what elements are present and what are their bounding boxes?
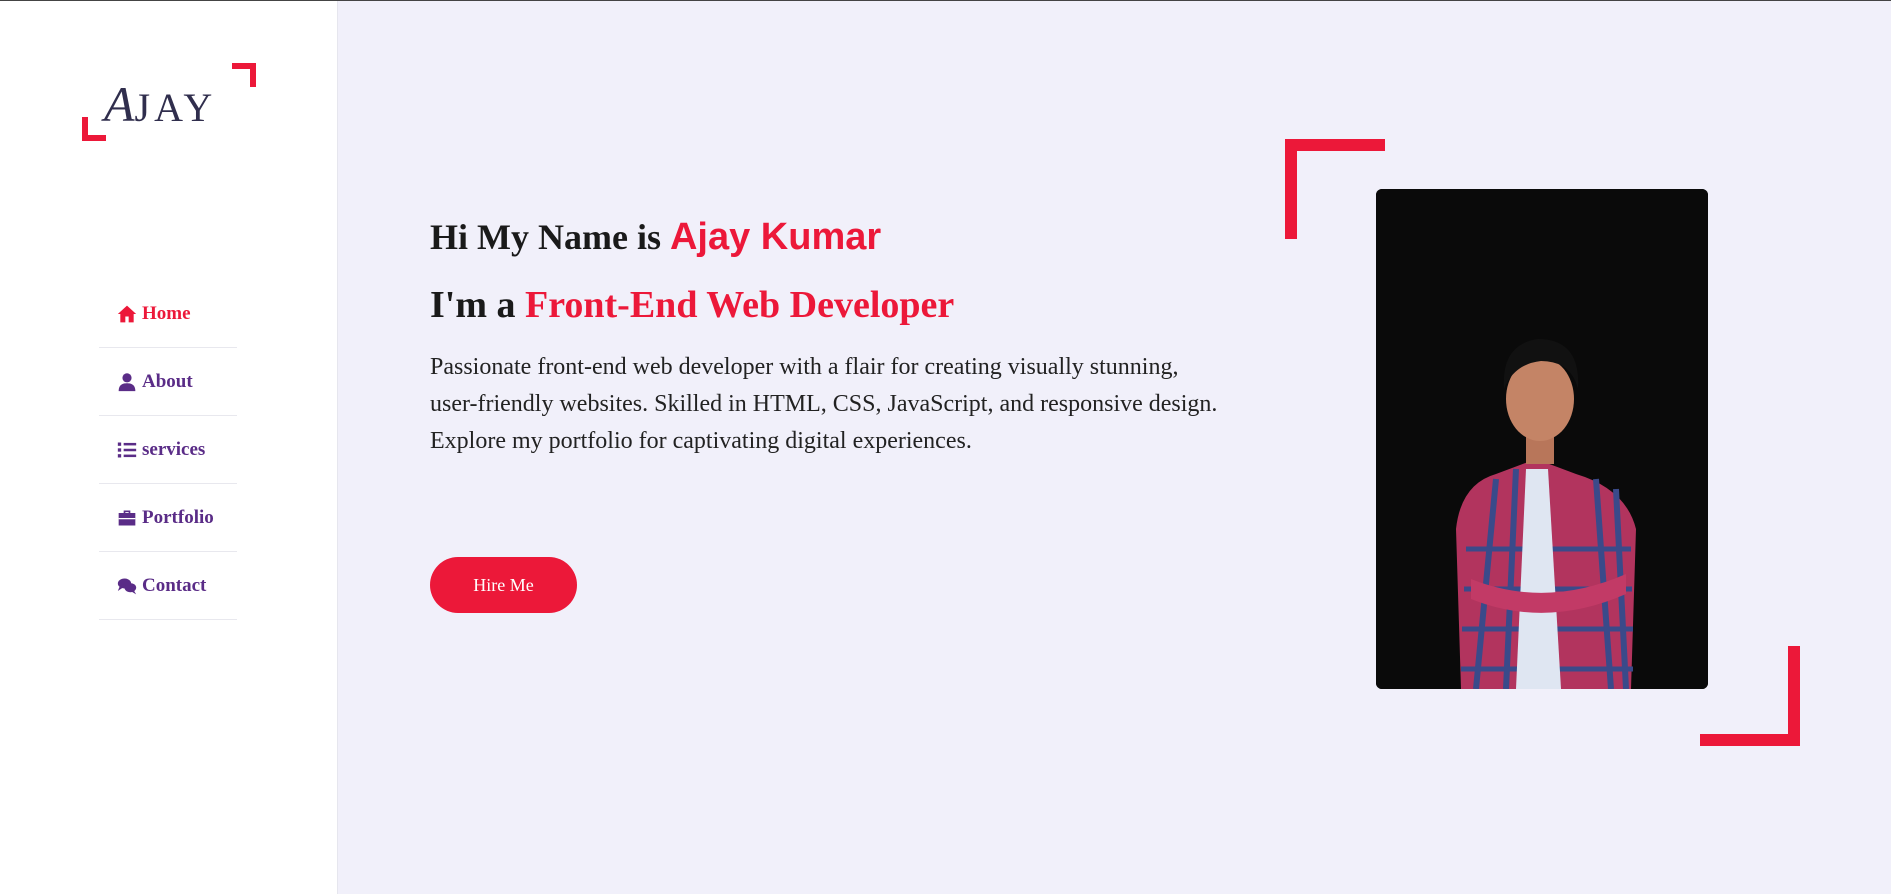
comments-icon — [117, 576, 137, 596]
logo-corner-top-right — [232, 63, 256, 87]
profile-photo-illustration — [1376, 189, 1708, 689]
logo[interactable]: AJAY — [82, 63, 256, 141]
hero-section: Hi My Name is Ajay Kumar I'm a Front-End… — [430, 211, 1250, 460]
hero-greeting: Hi My Name is Ajay Kumar — [430, 211, 1250, 263]
nav-item-services[interactable]: services — [99, 416, 237, 484]
nav-item-contact[interactable]: Contact — [99, 552, 237, 620]
main-nav: Home About services Portfolio Contact — [99, 280, 237, 620]
logo-rest: JAY — [134, 85, 217, 130]
list-icon — [117, 440, 137, 460]
photo-frame-corner-bottom-right — [1700, 646, 1800, 746]
nav-item-portfolio[interactable]: Portfolio — [99, 484, 237, 552]
hire-me-button[interactable]: Hire Me — [430, 557, 577, 613]
user-icon — [117, 372, 137, 392]
logo-first-letter: A — [104, 76, 135, 132]
nav-item-label: Contact — [142, 574, 207, 596]
nav-item-label: services — [142, 438, 206, 460]
briefcase-icon — [117, 508, 137, 528]
role-prefix: I'm a — [430, 284, 525, 326]
logo-text: AJAY — [104, 75, 216, 133]
profile-photo — [1376, 189, 1708, 689]
home-icon — [117, 304, 137, 324]
logo-corner-bottom-left — [82, 117, 106, 141]
hero-description: Passionate front-end web developer with … — [430, 354, 1218, 454]
nav-item-label: Portfolio — [142, 506, 214, 528]
nav-item-home[interactable]: Home — [99, 280, 237, 348]
hero-role: I'm a Front-End Web Developer — [430, 279, 1250, 331]
hero-name: Ajay Kumar — [669, 216, 882, 258]
role-title: Front-End Web Developer — [525, 284, 955, 326]
greeting-text: Hi My Name is — [430, 217, 670, 257]
nav-item-label: Home — [142, 302, 191, 324]
nav-item-label: About — [142, 370, 193, 392]
sidebar: AJAY Home About services Portfolio Conta… — [0, 1, 338, 894]
nav-item-about[interactable]: About — [99, 348, 237, 416]
photo-frame-corner-top-left — [1285, 139, 1385, 239]
